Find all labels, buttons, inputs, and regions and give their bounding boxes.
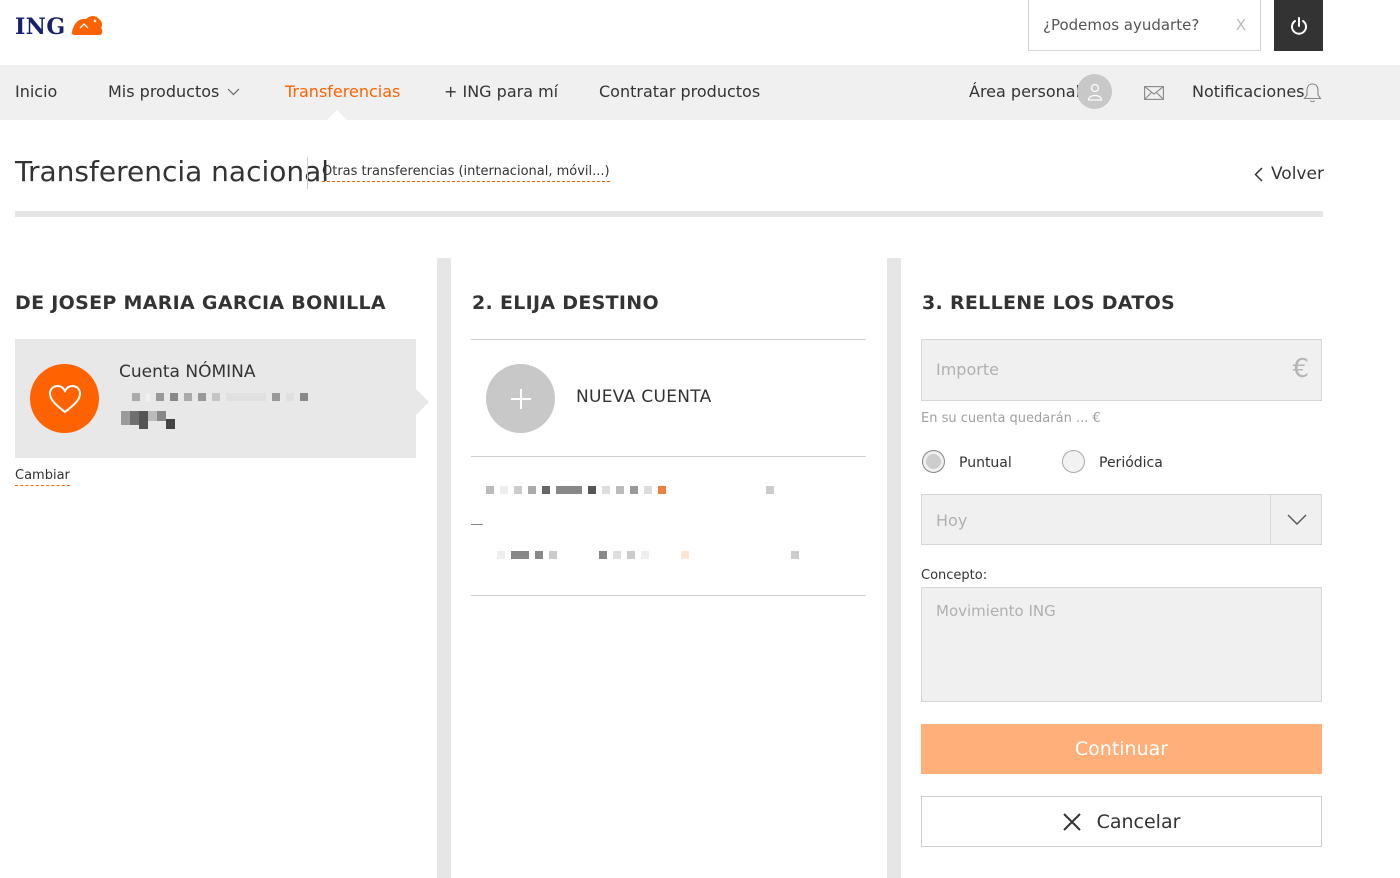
divider [471,339,866,340]
page-title: Transferencia nacional [15,155,330,188]
chevron-down-icon[interactable] [1287,509,1307,529]
radio-periodica[interactable] [1062,450,1085,473]
column-separator [437,258,451,878]
mail-icon[interactable] [1144,86,1164,100]
logout-button[interactable] [1274,0,1323,51]
user-icon [1087,83,1102,101]
nav-item-transferencias[interactable]: Transferencias [285,82,400,101]
close-icon[interactable]: X [1236,16,1246,34]
divider [471,456,866,457]
nav-item-mis-productos[interactable]: Mis productos [108,82,240,101]
account-name: Cuenta NÓMINA [119,362,256,382]
column-separator [887,258,901,878]
concept-label: Concepto: [921,568,988,583]
change-account-link[interactable]: Cambiar [15,468,70,486]
personal-area-link[interactable]: Área personal [969,82,1080,101]
select-divider [1270,495,1271,544]
divider [471,595,866,596]
new-account-label[interactable]: NUEVA CUENTA [576,387,712,407]
back-label: Volver [1271,164,1324,184]
new-account-button[interactable] [486,364,555,433]
masked-saved-account-iban [497,551,805,559]
bell-icon[interactable] [1303,82,1322,103]
destination-heading: 2. ELIJA DESTINO [472,292,659,314]
origin-heading: DE JOSEP MARIA GARCIA BONILLA [15,292,386,314]
cancel-button[interactable]: Cancelar [921,796,1322,847]
title-rule [15,211,1323,217]
euro-icon: € [1292,354,1309,384]
card-pointer [416,389,429,415]
back-link[interactable]: Volver [1254,164,1324,184]
masked-account-number [132,393,314,401]
cancel-label: Cancelar [1096,810,1181,833]
chevron-left-icon [1254,166,1263,182]
concept-field[interactable] [921,587,1322,702]
other-transfers-link[interactable]: Otras transferencias (internacional, móv… [322,164,610,182]
radio-puntual[interactable] [922,450,945,473]
origin-account-card[interactable]: Cuenta NÓMINA [15,339,416,458]
amount-field[interactable]: € [921,339,1322,401]
chevron-down-icon [227,88,240,95]
nav-item-contratar[interactable]: Contratar productos [599,82,760,101]
continue-button[interactable]: Continuar [921,724,1322,774]
help-search-box[interactable]: X [1028,0,1261,51]
lion-icon [68,12,106,42]
date-select[interactable]: Hoy [921,494,1322,545]
details-heading: 3. RELLENE LOS DATOS [922,292,1176,314]
date-select-value: Hoy [936,511,968,530]
plus-icon [510,388,531,409]
nav-item-ing-para-mi[interactable]: + ING para mí [444,82,558,101]
radio-periodica-label[interactable]: Periódica [1099,455,1163,471]
masked-saved-account[interactable] [486,486,780,494]
title-divider [307,157,308,189]
close-icon [1062,812,1081,831]
help-search-input[interactable] [1043,16,1213,34]
power-icon [1290,16,1307,35]
nav-item-label: Mis productos [108,82,220,101]
avatar[interactable] [1077,74,1112,109]
ing-logo[interactable]: ING [15,12,106,42]
nav-item-inicio[interactable]: Inicio [15,82,57,101]
account-badge [30,364,99,433]
heart-icon [48,384,81,413]
notifications-link[interactable]: Notificaciones [1192,82,1305,101]
radio-puntual-label[interactable]: Puntual [959,455,1012,471]
amount-input[interactable] [936,360,1276,379]
masked-dash [471,524,483,525]
active-tab-pointer [327,110,347,120]
remaining-balance-note: En su cuenta quedarán ... € [921,411,1101,426]
masked-account-balance [121,411,175,429]
main-nav: Inicio Mis productos Transferencias + IN… [0,65,1400,120]
concept-input[interactable] [936,602,1306,692]
logo-text: ING [15,14,66,40]
top-header: ING X [0,0,1400,65]
